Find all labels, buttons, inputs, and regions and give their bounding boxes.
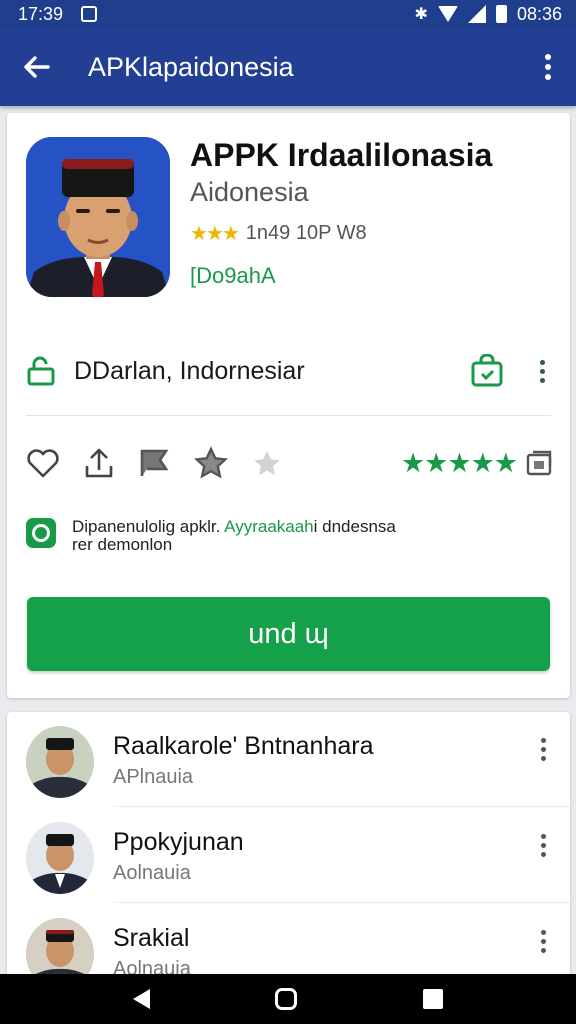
app-developer: Aidonesia bbox=[190, 177, 309, 207]
rating-stars: ★★★ bbox=[190, 223, 240, 245]
nav-home-icon[interactable] bbox=[275, 988, 298, 1010]
status-bar: 17:39 ✱ 08:36 bbox=[0, 0, 576, 28]
info-text-link[interactable]: Ayyraakaah bbox=[224, 517, 313, 536]
list-item[interactable]: Srakial Aolnauia bbox=[7, 904, 570, 980]
battery-icon bbox=[495, 5, 507, 23]
list-item-subtitle: APlnauia bbox=[113, 766, 194, 788]
man-portrait-icon bbox=[26, 137, 170, 297]
app-bar-title: APKlapaidonesia bbox=[88, 51, 294, 82]
wifi-icon bbox=[437, 6, 458, 22]
nav-back-icon[interactable] bbox=[132, 989, 150, 1009]
divider bbox=[113, 902, 570, 903]
app-detail-card: APPK Irdaalilonasia Aidonesia ★★★ 1n49 1… bbox=[7, 113, 570, 698]
flag-icon[interactable] bbox=[138, 446, 172, 480]
five-star-rating[interactable]: ★★★★★ bbox=[401, 448, 518, 479]
info-text-line2: rer demonlon bbox=[72, 535, 173, 554]
app-row-more-button[interactable] bbox=[528, 359, 556, 383]
divider bbox=[113, 806, 570, 807]
avatar bbox=[26, 726, 94, 798]
back-button[interactable] bbox=[0, 28, 72, 106]
list-item-more-button[interactable] bbox=[536, 834, 550, 857]
arrow-left-icon bbox=[24, 56, 50, 78]
star-outline-icon[interactable] bbox=[194, 446, 228, 480]
notification-icon bbox=[81, 6, 98, 22]
app-row[interactable]: DDarlan, Indornesiar bbox=[7, 343, 570, 399]
info-badge-icon bbox=[26, 518, 56, 548]
list-item-subtitle: Aolnauia bbox=[113, 862, 191, 884]
app-title: APPK Irdaalilonasia bbox=[190, 137, 493, 173]
status-icons: ✱ 08:36 bbox=[415, 4, 562, 25]
app-tag: [Do9ahA bbox=[190, 263, 276, 288]
status-time-left: 17:39 bbox=[18, 3, 64, 24]
star-faded-icon[interactable] bbox=[250, 446, 284, 480]
list-item[interactable]: Raalkarole' Bntnanhara APlnauia bbox=[7, 712, 570, 808]
info-text: Dipanenulolig apklr. Ayyraakaahi dndesns… bbox=[72, 518, 396, 554]
avatar bbox=[26, 918, 94, 980]
app-bar: APKlapaidonesia bbox=[0, 28, 576, 106]
share-icon[interactable] bbox=[82, 446, 116, 480]
more-vert-icon bbox=[545, 54, 551, 80]
status-time-right: 08:36 bbox=[516, 3, 562, 24]
app-row-label: DDarlan, Indornesiar bbox=[74, 356, 305, 385]
nav-recents-icon[interactable] bbox=[423, 989, 444, 1009]
more-options-button[interactable] bbox=[520, 28, 576, 106]
system-nav-bar bbox=[0, 974, 576, 1024]
shopping-bag-icon[interactable] bbox=[470, 354, 504, 388]
list-item-name: Raalkarole' Bntnanhara bbox=[113, 732, 374, 760]
signal-icon bbox=[467, 5, 486, 23]
list-item-more-button[interactable] bbox=[536, 738, 550, 761]
list-item-name: Srakial bbox=[113, 924, 190, 952]
bluetooth-icon: ✱ bbox=[414, 6, 428, 23]
info-row: Dipanenulolig apklr. Ayyraakaahi dndesns… bbox=[7, 518, 570, 554]
rating-row: ★★★ 1n49 10P W8 bbox=[190, 221, 367, 246]
copy-icon[interactable] bbox=[525, 449, 553, 477]
heart-icon[interactable] bbox=[26, 446, 60, 480]
avatar bbox=[26, 822, 94, 894]
rating-text: 1n49 10P W8 bbox=[245, 222, 367, 244]
divider bbox=[26, 415, 551, 416]
related-list-card: Raalkarole' Bntnanhara APlnauia Ppokyjun… bbox=[7, 712, 570, 980]
lock-icon bbox=[27, 356, 55, 386]
list-item-more-button[interactable] bbox=[536, 930, 550, 953]
info-text-plain: Dipanenulolig apklr. bbox=[72, 517, 225, 536]
list-item[interactable]: Ppokyjunan Aolnauia bbox=[7, 808, 570, 904]
install-button[interactable]: und ɰ bbox=[27, 597, 550, 671]
action-row: ★★★★★ bbox=[7, 441, 570, 485]
app-icon bbox=[26, 137, 170, 297]
info-text-end: i dndesnsa bbox=[313, 517, 396, 536]
list-item-name: Ppokyjunan bbox=[113, 828, 244, 856]
